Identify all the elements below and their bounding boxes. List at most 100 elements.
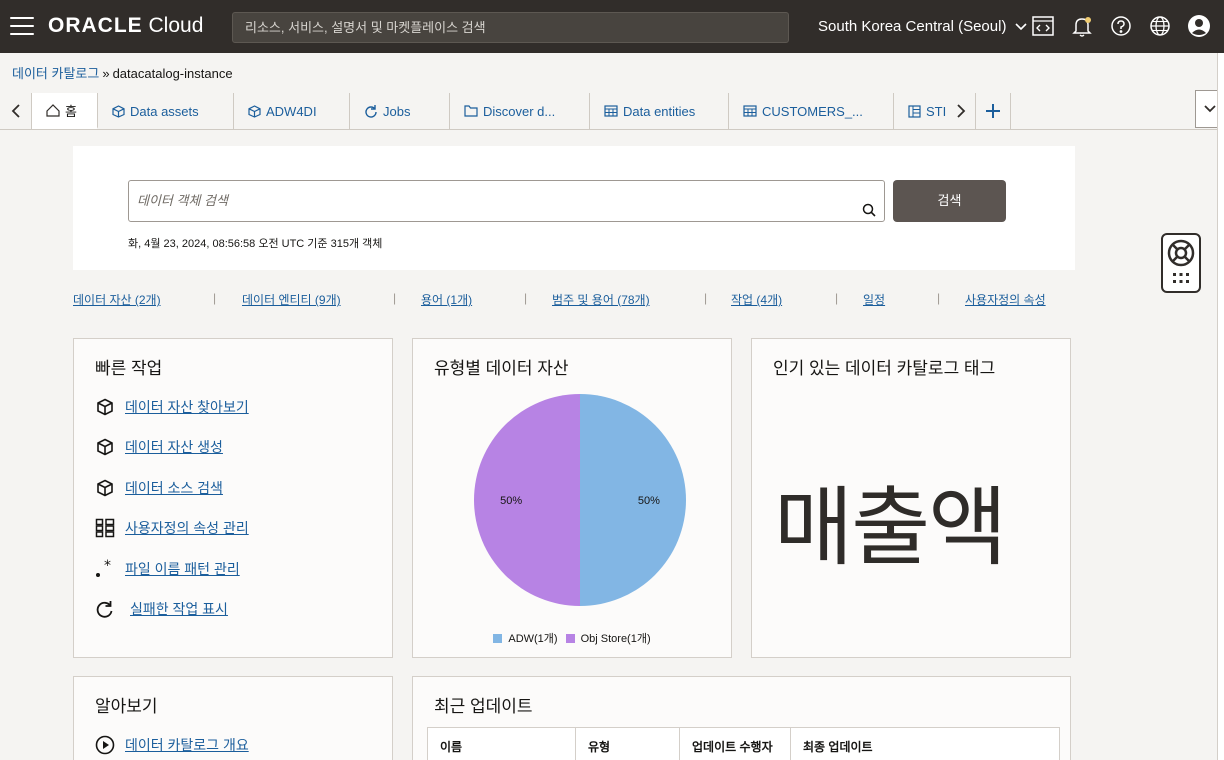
- divider: |: [835, 291, 839, 305]
- home-icon: [46, 103, 60, 117]
- quick-action-create-asset[interactable]: 데이터 자산 생성: [94, 436, 223, 458]
- cube-icon: [94, 396, 116, 418]
- bell-icon[interactable]: [1069, 13, 1095, 39]
- cube-icon: [94, 477, 116, 499]
- tab-data-assets[interactable]: Data assets: [98, 93, 234, 129]
- pie-slice-label-0: 50%: [638, 495, 660, 507]
- lifebuoy-icon: [1167, 239, 1195, 283]
- breadcrumb: 데이터 카탈로그» datacatalog-instance: [12, 63, 233, 82]
- tab-strip: 홈 Data assets ADW4DI Jobs Discover d... …: [0, 90, 1224, 130]
- quick-action-custom-properties[interactable]: 사용자정의 속성 관리: [94, 517, 249, 539]
- help-widget-button[interactable]: [1161, 233, 1201, 293]
- quick-action-browse-assets[interactable]: 데이터 자산 찾아보기: [94, 396, 249, 418]
- chevron-right-icon: [956, 104, 965, 118]
- link-jobs[interactable]: 작업 (4개): [731, 291, 782, 308]
- column-header-last-updated[interactable]: 최종 업데이트: [790, 727, 1060, 760]
- search-icon[interactable]: [862, 193, 876, 233]
- tab-sti[interactable]: STI: [894, 93, 946, 129]
- region-selector[interactable]: South Korea Central (Seoul): [818, 18, 1027, 35]
- folder-icon: [464, 105, 478, 117]
- play-icon: [94, 734, 116, 756]
- tab-home[interactable]: 홈: [32, 93, 98, 129]
- popular-tags-title: 인기 있는 데이터 카탈로그 태그: [773, 359, 996, 378]
- catalog-search-input[interactable]: 데이터 객체 검색: [128, 180, 885, 222]
- tab-data-entities[interactable]: Data entities: [590, 93, 729, 129]
- tab-label: 홈: [65, 103, 77, 119]
- recent-updates-table: 이름 유형 업데이트 수행자 최종 업데이트: [427, 727, 1060, 760]
- assets-pie-chart: 50% 50%: [474, 394, 686, 606]
- link-categories-terms[interactable]: 범주 및 용어 (78개): [552, 291, 650, 308]
- table-icon: [743, 105, 757, 117]
- help-icon[interactable]: [1108, 13, 1134, 39]
- divider: |: [393, 291, 397, 305]
- user-profile-icon[interactable]: [1186, 13, 1212, 39]
- tab-label: ADW4DI: [266, 103, 317, 119]
- tab-scroll-left-button[interactable]: [0, 93, 32, 129]
- table-header-row: 이름 유형 업데이트 수행자 최종 업데이트: [427, 727, 1060, 760]
- plus-icon: [986, 104, 1000, 118]
- tab-label: Discover d...: [483, 103, 556, 119]
- logo-brand: ORACLE: [48, 14, 143, 37]
- add-tab-button[interactable]: [975, 93, 1011, 129]
- legend-swatch: [493, 633, 503, 643]
- tab-discover[interactable]: Discover d...: [450, 93, 590, 129]
- globe-icon[interactable]: [1147, 13, 1173, 39]
- catalog-search-placeholder: 데이터 객체 검색: [137, 193, 228, 208]
- window-scrollbar[interactable]: [1217, 53, 1224, 760]
- quick-action-search-sources[interactable]: 데이터 소스 검색: [94, 477, 223, 499]
- tab-scroll-right-button[interactable]: [946, 93, 975, 129]
- tab-label: Jobs: [383, 103, 411, 119]
- pattern-icon: *: [94, 558, 116, 580]
- quick-action-failed-jobs[interactable]: 실패한 작업 표시: [94, 598, 228, 620]
- logo-product: Cloud: [148, 14, 204, 37]
- assets-by-type-card: 유형별 데이터 자산 50% 50% ADW(1개) Obj Store(1개): [412, 338, 732, 658]
- tab-label: STI: [926, 103, 946, 119]
- column-header-updated-by[interactable]: 업데이트 수행자: [679, 727, 791, 760]
- quick-action-label: 데이터 자산 찾아보기: [125, 399, 249, 415]
- chevron-left-icon: [11, 104, 20, 118]
- breadcrumb-separator: »: [102, 66, 110, 81]
- code-editor-icon[interactable]: [1030, 13, 1056, 39]
- link-glossary-terms[interactable]: 용어 (1개): [421, 291, 472, 308]
- legend-label: Obj Store(1개): [580, 633, 651, 645]
- quick-action-filename-patterns[interactable]: * 파일 이름 패턴 관리: [94, 558, 240, 580]
- tab-customers[interactable]: CUSTOMERS_...: [729, 93, 894, 129]
- breadcrumb-current: datacatalog-instance: [112, 66, 233, 81]
- learn-item-label: 데이터 카탈로그 개요: [125, 737, 249, 753]
- tab-label: CUSTOMERS_...: [762, 103, 863, 119]
- tab-label: Data assets: [130, 103, 199, 119]
- svg-text:*: *: [104, 559, 111, 574]
- legend-label: ADW(1개): [508, 633, 558, 645]
- tab-adw4di[interactable]: ADW4DI: [234, 93, 350, 129]
- recent-updates-card: 최근 업데이트 이름 유형 업데이트 수행자 최종 업데이트: [412, 676, 1071, 760]
- chevron-down-icon: [1204, 105, 1216, 113]
- link-schedules[interactable]: 일정: [863, 291, 885, 308]
- quick-action-label: 데이터 소스 검색: [125, 480, 223, 496]
- link-custom-properties[interactable]: 사용자정의 속성: [965, 291, 1046, 308]
- link-data-assets[interactable]: 데이터 자산 (2개): [73, 291, 161, 308]
- tab-label: Data entities: [623, 103, 696, 119]
- grid-icon: [94, 517, 116, 539]
- legend-item-obj-store[interactable]: Obj Store(1개): [565, 630, 651, 646]
- global-search-input[interactable]: 리소스, 서비스, 설명서 및 마켓플레이스 검색: [232, 12, 789, 43]
- table-icon: [604, 105, 618, 117]
- chart-legend: ADW(1개) Obj Store(1개): [413, 630, 731, 646]
- link-data-entities[interactable]: 데이터 엔티티 (9개): [242, 291, 341, 308]
- recent-updates-title: 최근 업데이트: [434, 697, 533, 716]
- quick-action-label: 데이터 자산 생성: [125, 439, 223, 455]
- oracle-cloud-logo[interactable]: ORACLE Cloud: [48, 14, 203, 38]
- search-button[interactable]: 검색: [893, 180, 1006, 222]
- pie-slice-1[interactable]: [474, 394, 580, 606]
- divider: |: [524, 291, 528, 305]
- column-header-type[interactable]: 유형: [575, 727, 680, 760]
- learn-catalog-overview[interactable]: 데이터 카탈로그 개요: [94, 734, 249, 756]
- column-header-name[interactable]: 이름: [427, 727, 576, 760]
- tab-jobs[interactable]: Jobs: [350, 93, 450, 129]
- legend-item-adw[interactable]: ADW(1개): [493, 630, 558, 646]
- cube-icon: [248, 104, 261, 118]
- hamburger-menu-icon[interactable]: [10, 17, 34, 35]
- cube-icon: [112, 104, 125, 118]
- breadcrumb-data-catalog-link[interactable]: 데이터 카탈로그: [12, 66, 99, 81]
- pie-slice-0[interactable]: [580, 394, 686, 606]
- tag-cloud-item[interactable]: 매출액: [774, 457, 1007, 582]
